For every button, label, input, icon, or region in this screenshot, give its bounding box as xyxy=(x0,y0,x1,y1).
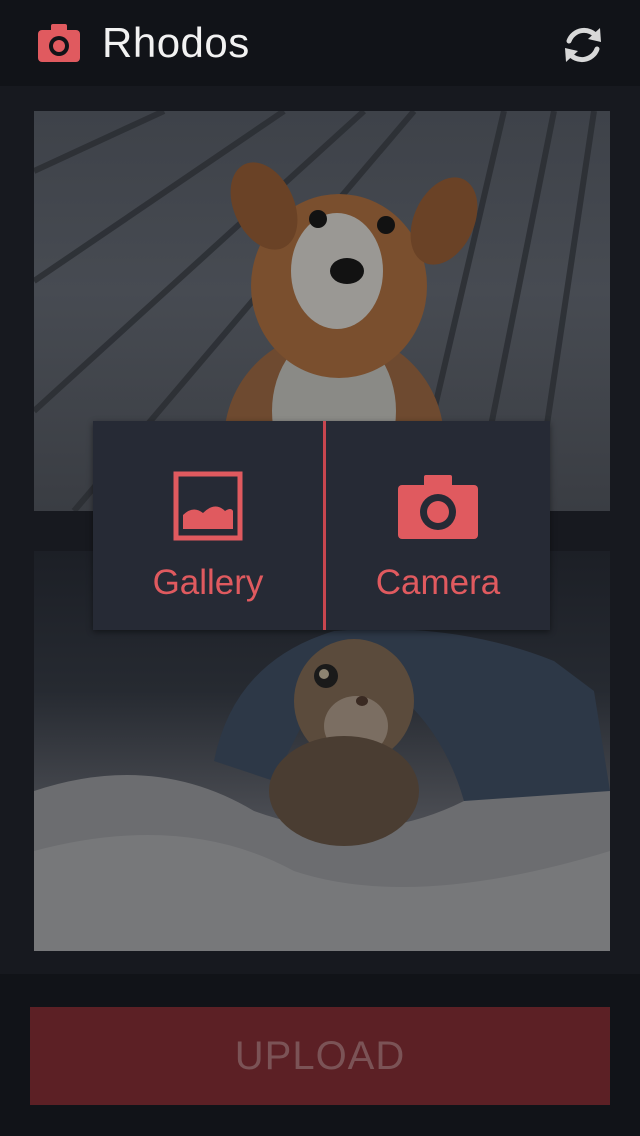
refresh-icon[interactable] xyxy=(560,22,606,68)
gallery-option[interactable]: Gallery xyxy=(93,421,323,630)
gallery-label: Gallery xyxy=(152,563,264,602)
camera-option[interactable]: Camera xyxy=(326,421,550,630)
app-title: Rhodos xyxy=(102,19,250,66)
app-screen: Rhodos Gallery Camera UPLOAD xyxy=(0,0,640,1136)
image-icon xyxy=(173,471,243,541)
camera-icon xyxy=(398,475,478,539)
camera-icon xyxy=(38,24,80,62)
upload-button[interactable]: UPLOAD xyxy=(30,1007,610,1105)
camera-label: Camera xyxy=(375,563,501,602)
action-bar: Rhodos xyxy=(0,0,640,86)
